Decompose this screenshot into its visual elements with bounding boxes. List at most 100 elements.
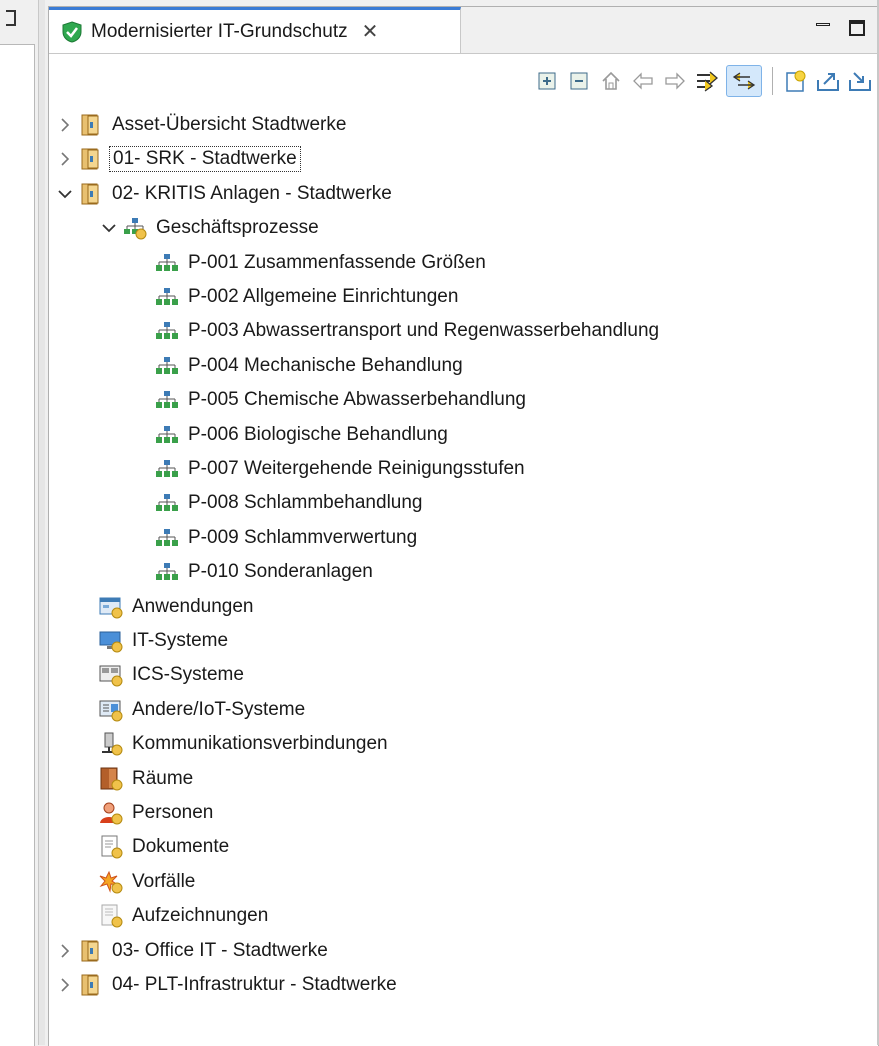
tree-item[interactable]: 01- SRK - Stadtwerke: [55, 143, 301, 175]
left-neighbor-content: [0, 44, 35, 1046]
tab-bar: Modernisierter IT-Grundschutz ✕: [49, 7, 878, 54]
tree-item[interactable]: Anwendungen: [99, 591, 257, 623]
tree-item-label: Dokumente: [132, 836, 230, 858]
record-icon: [99, 904, 123, 928]
view-toolbar: [531, 61, 876, 101]
close-tab-icon[interactable]: ✕: [362, 19, 379, 44]
tree-item-label: Personen: [132, 802, 214, 823]
tree-item-label: Aufzeichnungen: [132, 905, 269, 927]
folder-icon: [79, 939, 103, 963]
export-icon[interactable]: [815, 66, 841, 96]
folder-icon: [79, 182, 103, 206]
maximize-icon[interactable]: [848, 19, 866, 37]
tree-item-label: 02- KRITIS Anlagen - Stadtwerke: [112, 182, 392, 204]
tree-item[interactable]: P-004 Mechanische Behandlung: [155, 350, 466, 382]
tree-item[interactable]: P-005 Chemische Abwasserbehandlung: [155, 384, 529, 416]
process-icon: [155, 285, 179, 309]
asset-tree[interactable]: Asset-Übersicht Stadtwerke 01- SRK - Stad…: [49, 103, 878, 1046]
tree-item-label: Anwendungen: [132, 595, 254, 617]
tree-item[interactable]: Räume: [99, 763, 196, 795]
folder-icon: [79, 973, 103, 997]
forward-icon[interactable]: [662, 66, 688, 96]
tab-modernisierter-it-grundschutz[interactable]: Modernisierter IT-Grundschutz ✕: [49, 7, 461, 53]
process-icon: [155, 423, 179, 447]
tree-item[interactable]: 04- PLT-Infrastruktur - Stadtwerke: [55, 969, 400, 1001]
tree-item[interactable]: ICS-Systeme: [99, 659, 247, 691]
process-icon: [155, 457, 179, 481]
process-icon: [155, 354, 179, 378]
chevron-right-icon[interactable]: [55, 149, 75, 169]
tree-item[interactable]: Vorfälle: [99, 866, 198, 898]
tree-item-label: P-008 Schlammbehandlung: [188, 492, 423, 514]
tree-item[interactable]: Dokumente: [99, 831, 232, 863]
tree-item[interactable]: Andere/IoT-Systeme: [99, 694, 308, 726]
tree-item-label: 04- PLT-Infrastruktur - Stadtwerke: [112, 974, 397, 995]
tree-item-label: ICS-Systeme: [132, 664, 244, 686]
tree-item[interactable]: IT-Systeme: [99, 625, 231, 657]
tree-item[interactable]: 03- Office IT - Stadtwerke: [55, 935, 331, 967]
panel-sash[interactable]: [38, 0, 45, 1045]
import-icon[interactable]: [847, 66, 873, 96]
collapse-all-icon[interactable]: [566, 66, 592, 96]
process-icon: [155, 319, 179, 343]
chevron-right-icon[interactable]: [55, 941, 75, 961]
maximize-edge-icon[interactable]: [6, 10, 16, 26]
new-object-icon[interactable]: [783, 66, 809, 96]
home-icon[interactable]: [598, 66, 624, 96]
tree-item[interactable]: P-009 Schlammverwertung: [155, 522, 420, 554]
tree-item[interactable]: P-003 Abwassertransport und Regenwasserb…: [155, 315, 662, 347]
left-neighbor-panel: [0, 0, 38, 1046]
tree-item[interactable]: Kommunikationsverbindungen: [99, 728, 391, 760]
tree-item[interactable]: Geschäftsprozesse: [99, 212, 322, 244]
tree-item[interactable]: Asset-Übersicht Stadtwerke: [55, 109, 349, 141]
tree-item-label: P-009 Schlammverwertung: [188, 526, 418, 548]
document-icon: [99, 835, 123, 859]
incident-icon: [99, 870, 123, 894]
view-part: Modernisierter IT-Grundschutz ✕ Asset-Üb…: [48, 6, 879, 1046]
filter-icon[interactable]: [694, 66, 720, 96]
tree-item-label: P-010 Sonderanlagen: [188, 561, 373, 583]
tree-item[interactable]: P-006 Biologische Behandlung: [155, 419, 451, 451]
tree-item-label: P-001 Zusammenfassende Größen: [188, 251, 486, 273]
back-icon[interactable]: [630, 66, 656, 96]
toolbar-separator: [772, 67, 773, 95]
tree-item-label: P-004 Mechanische Behandlung: [188, 354, 463, 376]
application-icon: [99, 595, 123, 619]
tree-item[interactable]: P-010 Sonderanlagen: [155, 556, 376, 588]
process-icon: [155, 560, 179, 584]
ics-system-icon: [99, 663, 123, 687]
tree-item-label: P-002 Allgemeine Einrichtungen: [188, 286, 459, 307]
process-group-icon: [123, 216, 147, 240]
tree-item[interactable]: 02- KRITIS Anlagen - Stadtwerke: [55, 178, 395, 210]
chevron-down-icon[interactable]: [99, 218, 119, 238]
minimize-icon[interactable]: [814, 19, 832, 37]
process-icon: [155, 251, 179, 275]
chevron-down-icon[interactable]: [55, 184, 75, 204]
person-icon: [99, 801, 123, 825]
tree-item[interactable]: P-008 Schlammbehandlung: [155, 487, 426, 519]
shield-check-icon: [62, 20, 82, 43]
tree-item[interactable]: P-001 Zusammenfassende Größen: [155, 247, 489, 279]
tree-item-label: 01- SRK - Stadtwerke: [109, 146, 301, 173]
room-icon: [99, 767, 123, 791]
tree-item-label: P-006 Biologische Behandlung: [188, 423, 448, 445]
expand-all-icon[interactable]: [534, 66, 560, 96]
chevron-right-icon[interactable]: [55, 115, 75, 135]
tree-item-label: Kommunikationsverbindungen: [132, 733, 388, 755]
process-icon: [155, 491, 179, 515]
network-icon: [99, 732, 123, 756]
tree-item[interactable]: P-007 Weitergehende Reinigungsstufen: [155, 453, 528, 485]
tree-item[interactable]: P-002 Allgemeine Einrichtungen: [155, 281, 461, 313]
process-icon: [155, 526, 179, 550]
tree-item-label: P-003 Abwassertransport und Regenwasserb…: [188, 320, 660, 342]
tree-item-label: 03- Office IT - Stadtwerke: [112, 939, 328, 961]
tab-title: Modernisierter IT-Grundschutz: [91, 20, 348, 42]
link-with-editor-icon[interactable]: [726, 65, 762, 97]
tree-item-label: Räume: [132, 767, 194, 789]
tree-item[interactable]: Personen: [99, 797, 216, 829]
folder-icon: [79, 147, 103, 171]
folder-icon: [79, 113, 103, 137]
tree-item[interactable]: Aufzeichnungen: [99, 900, 271, 932]
tree-item-label: P-007 Weitergehende Reinigungsstufen: [188, 458, 525, 479]
chevron-right-icon[interactable]: [55, 975, 75, 995]
